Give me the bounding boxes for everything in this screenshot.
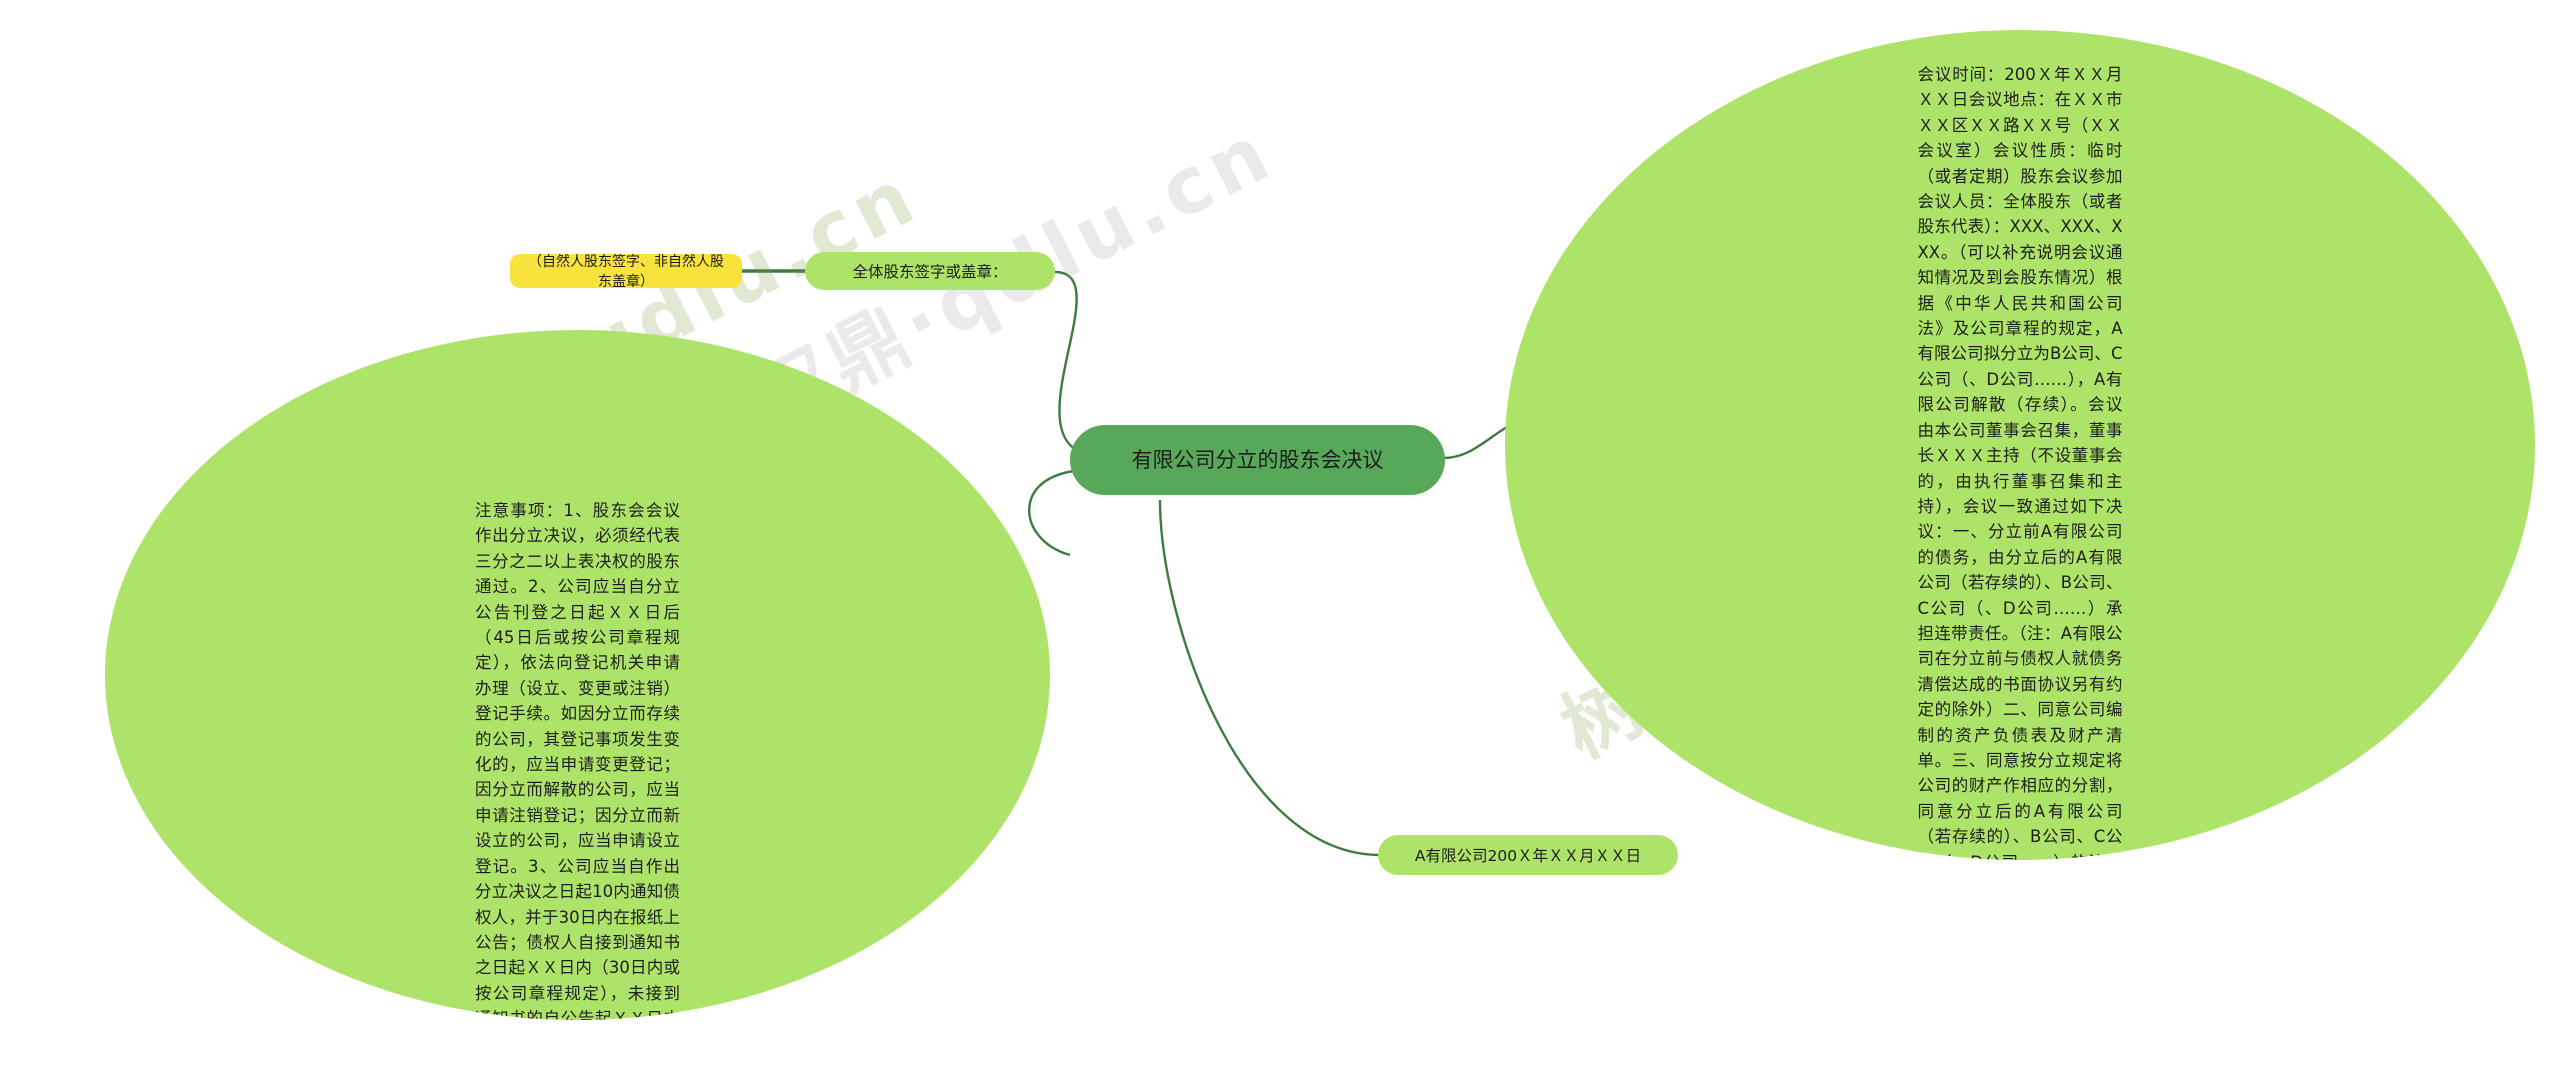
branch-node-notes[interactable]: 注意事项：1、股东会会议作出分立决议，必须经代表三分之二以上表决权的股东通过。2… bbox=[105, 330, 1050, 1020]
branch-node-notes-label: 注意事项：1、股东会会议作出分立决议，必须经代表三分之二以上表决权的股东通过。2… bbox=[475, 501, 680, 1020]
branch-node-body[interactable]: 会议时间：200Ｘ年ＸＸ月ＸＸ日会议地点：在ＸＸ市ＸＸ区ＸＸ路ＸＸ号（ＸＸ会议室… bbox=[1505, 30, 2535, 860]
root-node-label: 有限公司分立的股东会决议 bbox=[1131, 447, 1384, 472]
branch-node-signature-hint-label: （自然人股东签字、非自然人股东盖章） bbox=[528, 254, 724, 290]
branch-node-footer-label: A有限公司200Ｘ年ＸＸ月ＸＸ日 bbox=[1414, 847, 1642, 865]
edge-root-to-signature bbox=[1054, 270, 1091, 457]
branch-node-signature[interactable]: 全体股东签字或盖章： bbox=[805, 252, 1055, 290]
edge-root-to-footer bbox=[1158, 499, 1381, 857]
branch-node-body-label: 会议时间：200Ｘ年ＸＸ月ＸＸ日会议地点：在ＸＸ市ＸＸ区ＸＸ路ＸＸ号（ＸＸ会议室… bbox=[1917, 65, 2123, 860]
edge-root-to-body bbox=[1442, 423, 1511, 460]
branch-node-signature-label: 全体股东签字或盖章： bbox=[852, 263, 1008, 281]
branch-node-signature-hint[interactable]: （自然人股东签字、非自然人股东盖章） bbox=[510, 254, 742, 290]
root-node[interactable]: 有限公司分立的股东会决议 bbox=[1070, 425, 1445, 495]
branch-node-footer[interactable]: A有限公司200Ｘ年ＸＸ月ＸＸ日 bbox=[1378, 835, 1678, 875]
mindmap-canvas: 权鼎法律·qdlu.cn 权鼎·qdlu.cn .cn 树图·shutu.cn … bbox=[0, 0, 2560, 1071]
